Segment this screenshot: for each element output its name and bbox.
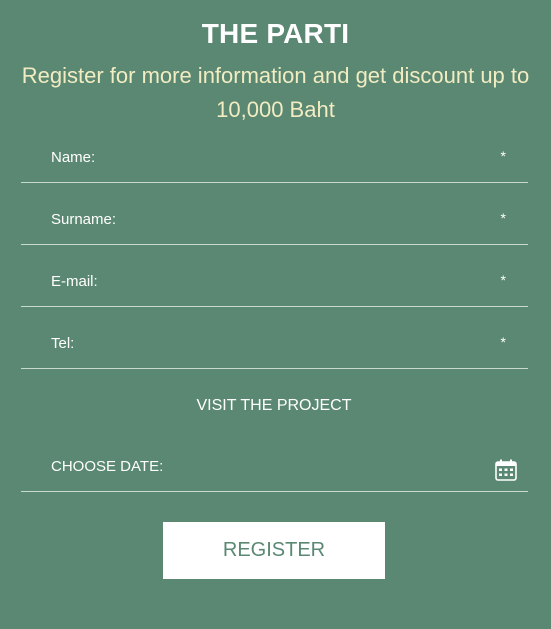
name-label: Name: [51,149,96,166]
name-field[interactable]: Name: * [21,121,528,183]
registration-form: THE PARTI Register for more information … [0,0,551,629]
form-title: THE PARTI [201,18,350,49]
email-field[interactable]: E-mail: * [21,245,528,307]
visit-heading: VISIT THE PROJECT [196,397,352,414]
choose-date-label: CHOOSE DATE: [51,458,164,475]
form-subtitle: Register for more information and get di… [21,63,530,122]
surname-field[interactable]: Surname: * [21,183,528,245]
required-marker: * [500,148,506,164]
required-marker: * [500,334,506,350]
calendar-icon[interactable] [495,459,517,481]
required-marker: * [500,210,506,226]
required-marker: * [500,272,506,288]
tel-label: Tel: [51,335,75,352]
surname-label: Surname: [51,211,117,228]
choose-date-field[interactable]: CHOOSE DATE: [21,430,528,492]
tel-field[interactable]: Tel: * [21,307,528,369]
register-button[interactable]: REGISTER [163,522,385,579]
email-label: E-mail: [51,273,98,290]
